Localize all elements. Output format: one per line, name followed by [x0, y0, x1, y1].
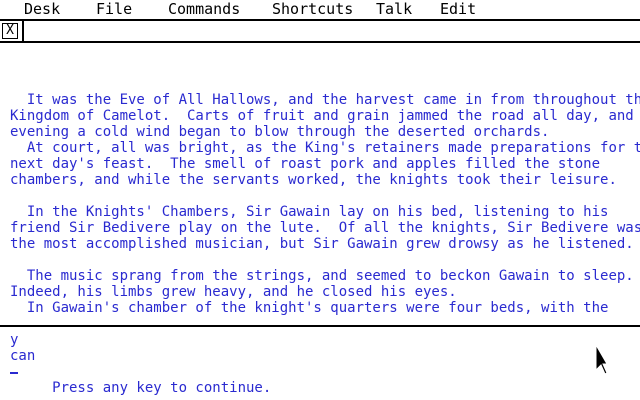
story-line: In the Knights' Chambers, Sir Gawain lay…	[10, 204, 609, 220]
menu-edit[interactable]: Edit	[440, 0, 476, 19]
story-line: In Gawain's chamber of the knight's quar…	[10, 300, 609, 316]
story-line: It was the Eve of All Hallows, and the h…	[10, 92, 640, 108]
continue-prompt: Press any key to continue.	[10, 380, 272, 396]
story-line: At court, all was bright, as the King's …	[10, 140, 640, 156]
menu-shortcuts[interactable]: Shortcuts	[272, 0, 353, 19]
menu-bar: Desk File Commands Shortcuts Talk Edit	[0, 0, 640, 21]
story-line: Kingdom of Camelot. Carts of fruit and g…	[10, 108, 640, 124]
story-line: the most accomplished musician, but Sir …	[10, 236, 634, 252]
input-history-line: y	[10, 332, 19, 348]
menu-talk[interactable]: Talk	[376, 0, 412, 19]
story-line: The music sprang from the strings, and s…	[10, 268, 634, 284]
window-title-bar[interactable]: X	[0, 21, 640, 43]
story-line: friend Sir Bedivere play on the lute. Of…	[10, 220, 640, 236]
title-bar-divider	[22, 21, 24, 41]
text-cursor	[10, 372, 18, 374]
close-icon[interactable]: X	[2, 23, 18, 39]
menu-file[interactable]: File	[96, 0, 132, 19]
menu-desk[interactable]: Desk	[24, 0, 60, 19]
menu-commands[interactable]: Commands	[168, 0, 240, 19]
story-line: Indeed, his limbs grew heavy, and he clo…	[10, 284, 457, 300]
story-line: chambers, and while the servants worked,…	[10, 172, 617, 188]
story-line: evening a cold wind began to blow throug…	[10, 124, 550, 140]
story-text-area[interactable]: It was the Eve of All Hallows, and the h…	[0, 43, 640, 325]
mouse-pointer-icon	[595, 344, 607, 375]
input-history-line: can	[10, 348, 36, 364]
story-line: next day's feast. The smell of roast por…	[10, 156, 601, 172]
